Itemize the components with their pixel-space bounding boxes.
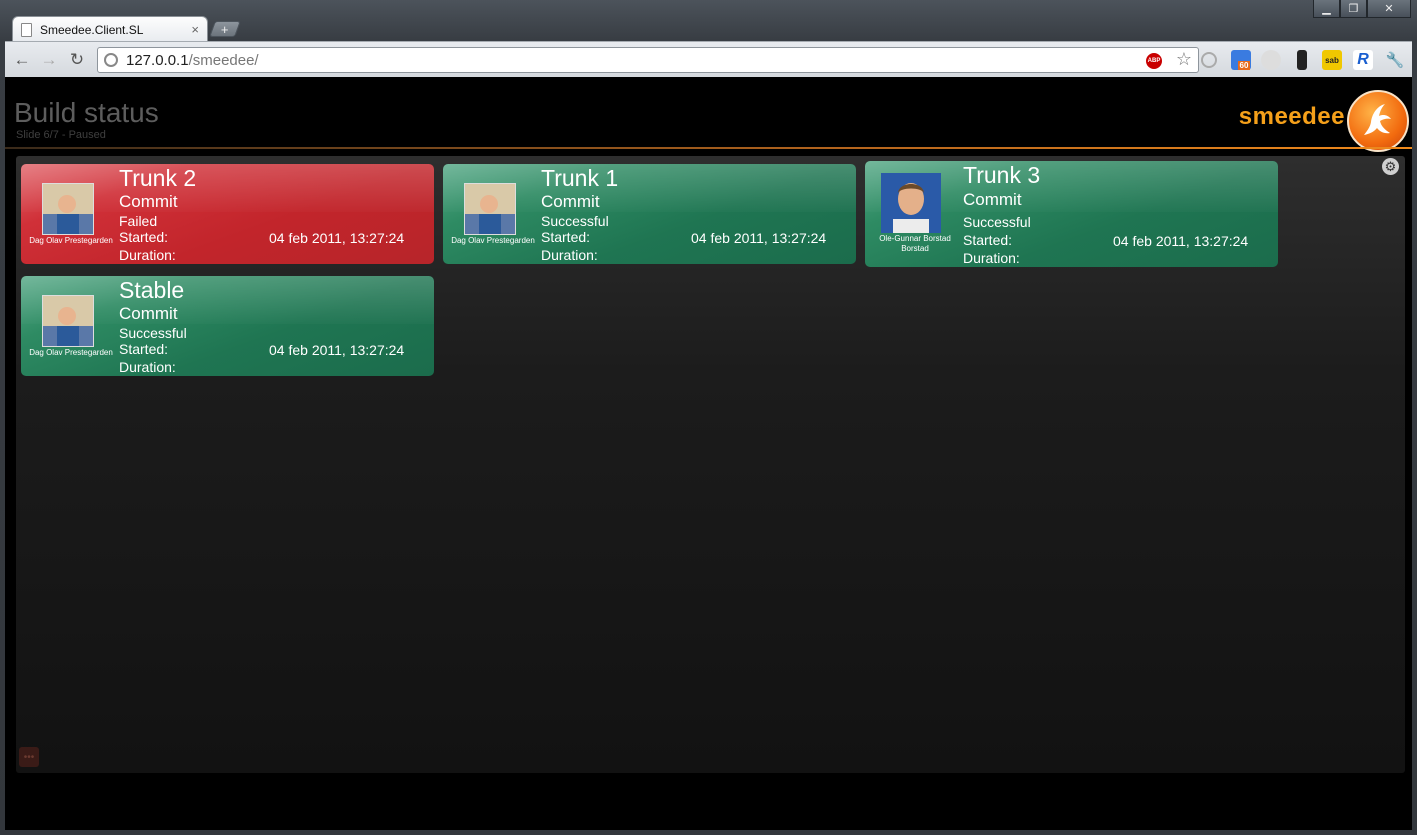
sab-extension-icon[interactable]: sab (1322, 50, 1342, 70)
menu-icon[interactable]: ••• (19, 747, 39, 767)
page-icon (21, 22, 32, 37)
build-stage: Commit (963, 190, 1022, 209)
build-name: Trunk 1 (541, 165, 619, 191)
window-controls: ▁ ❐ ✕ (1313, 0, 1411, 18)
maximize-button[interactable]: ❐ (1340, 0, 1367, 18)
forward-button[interactable]: → (38, 50, 60, 70)
duration-label: Duration: (963, 250, 1020, 266)
build-board: ⚙ Dag Olav Prestegarden Trunk 2 Commit F… (16, 156, 1405, 773)
new-tab-button[interactable]: + (209, 21, 241, 37)
calendar-extension-icon[interactable]: 60 (1231, 50, 1251, 70)
footer-bar (5, 780, 1412, 830)
header-divider (5, 147, 1412, 149)
wrench-icon[interactable]: 🔧 (1385, 50, 1405, 70)
avatar-photo-icon (465, 184, 515, 234)
settings-gear-icon[interactable]: ⚙ (1382, 158, 1399, 175)
user-avatar (42, 295, 94, 347)
started-label: Started: (119, 341, 169, 357)
header: Build status Slide 6/7 - Paused smeedee (5, 77, 1412, 152)
reload-button[interactable]: ↻ (66, 50, 88, 70)
build-card-trunk-2[interactable]: Dag Olav Prestegarden Trunk 2 Commit Fai… (21, 164, 434, 264)
browser-window: ▁ ❐ ✕ Smeedee.Client.SL × + ← → ↻ 127.0.… (0, 0, 1417, 835)
build-stage: Commit (119, 192, 178, 211)
duration-label: Duration: (541, 247, 598, 263)
calendar-badge: 60 (1237, 60, 1251, 70)
build-status: Successful (963, 214, 1031, 230)
user-avatar (881, 173, 941, 233)
build-card-trunk-3[interactable]: Ole-Gunnar Borstad Borstad Trunk 3 Commi… (865, 161, 1278, 267)
avatar-photo-icon (43, 184, 93, 234)
smeedee-logo (1347, 90, 1409, 152)
phone-extension-icon[interactable] (1297, 50, 1307, 70)
duration-label: Duration: (119, 359, 176, 375)
started-label: Started: (541, 229, 591, 245)
search-extension-icon[interactable] (1201, 52, 1217, 68)
started-value: 04 feb 2011, 13:27:24 (691, 230, 827, 246)
started-label: Started: (963, 232, 1013, 248)
close-window-button[interactable]: ✕ (1367, 0, 1411, 18)
url-host: 127.0.0.1 (126, 51, 189, 69)
page-content: Build status Slide 6/7 - Paused smeedee … (5, 77, 1412, 830)
browser-tab[interactable]: Smeedee.Client.SL × (12, 16, 208, 42)
build-stage: Commit (119, 304, 178, 323)
build-card-trunk-1[interactable]: Dag Olav Prestegarden Trunk 1 Commit Suc… (443, 164, 856, 264)
user-name: Ole-Gunnar Borstad (879, 234, 951, 243)
globe-icon (104, 53, 118, 67)
adblock-icon[interactable]: ABP (1146, 53, 1162, 69)
monkey-extension-icon[interactable] (1261, 50, 1281, 70)
started-value: 04 feb 2011, 13:27:24 (269, 230, 405, 246)
build-card-stable[interactable]: Dag Olav Prestegarden Stable Commit Succ… (21, 276, 434, 376)
r-extension-icon[interactable]: R (1353, 50, 1373, 70)
tab-title: Smeedee.Client.SL (40, 22, 144, 37)
logo-text: smeedee (1238, 103, 1345, 130)
user-name-line2: Borstad (901, 244, 929, 253)
user-name: Dag Olav Prestegarden (29, 236, 113, 245)
minimize-button[interactable]: ▁ (1313, 0, 1340, 18)
build-name: Trunk 2 (119, 165, 197, 191)
back-button[interactable]: ← (11, 50, 33, 70)
page-title: Build status (14, 97, 159, 128)
user-name: Dag Olav Prestegarden (451, 236, 535, 245)
build-status: Successful (119, 325, 187, 341)
build-status: Failed (119, 213, 158, 229)
bird-logo-icon (1364, 104, 1391, 135)
started-label: Started: (119, 229, 169, 245)
plus-icon: + (221, 21, 229, 37)
started-value: 04 feb 2011, 13:27:24 (1113, 233, 1249, 249)
build-stage: Commit (541, 192, 600, 211)
build-status: Successful (541, 213, 609, 229)
duration-label: Duration: (119, 247, 176, 263)
bookmark-star-icon[interactable]: ☆ (1176, 49, 1192, 70)
page-subtitle: Slide 6/7 - Paused (16, 129, 106, 141)
user-avatar (42, 183, 94, 235)
address-bar[interactable]: 127.0.0.1/smeedee/ ABP ☆ (97, 47, 1199, 73)
url-path: /smeedee/ (188, 51, 259, 69)
build-name: Stable (119, 277, 185, 303)
tab-close-icon[interactable]: × (191, 22, 199, 37)
avatar-photo-icon (881, 173, 941, 233)
started-value: 04 feb 2011, 13:27:24 (269, 342, 405, 358)
avatar-photo-icon (43, 296, 93, 346)
user-avatar (464, 183, 516, 235)
user-name: Dag Olav Prestegarden (29, 348, 113, 357)
browser-toolbar: ← → ↻ 127.0.0.1/smeedee/ ABP ☆ 60 sab R … (5, 41, 1412, 77)
build-name: Trunk 3 (963, 162, 1041, 188)
